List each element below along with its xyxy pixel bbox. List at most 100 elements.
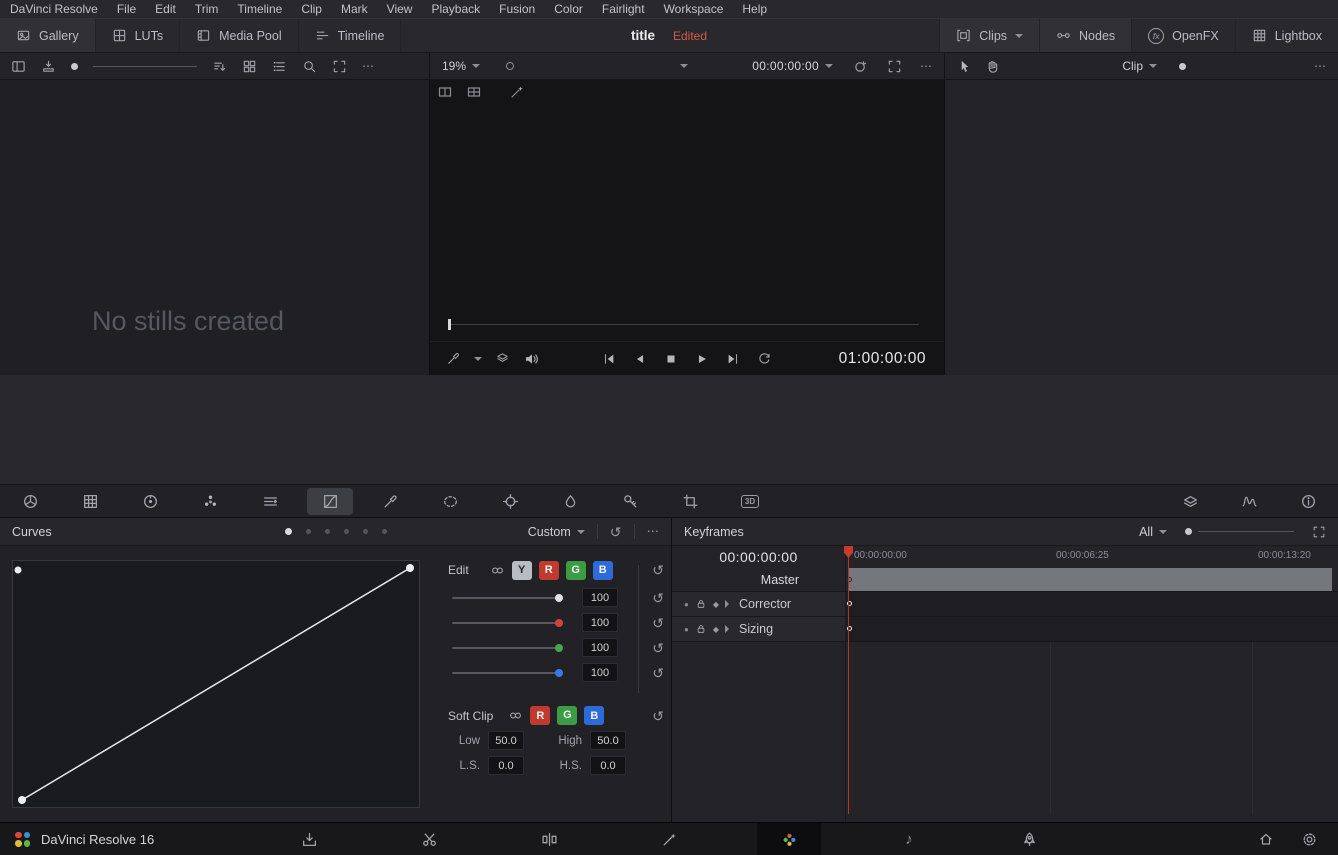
page-cut-button[interactable] [369, 823, 489, 855]
clips-toggle-button[interactable]: Clips [939, 19, 1040, 52]
track-row-master[interactable]: Master [672, 568, 1338, 592]
media-pool-toggle-button[interactable]: Media Pool [180, 19, 299, 52]
viewer-timecode-field[interactable]: 00:00:00:00 [752, 59, 833, 73]
timeline-strip[interactable] [0, 375, 1338, 485]
keyframes-panel-toggle-button[interactable] [1161, 485, 1220, 518]
keyframes-filter-select[interactable]: All [1139, 525, 1167, 539]
palette-color-match-button[interactable] [60, 485, 120, 518]
sort-icon[interactable] [212, 59, 227, 74]
expand-chevron-icon[interactable] [725, 625, 729, 633]
menu-help[interactable]: Help [742, 2, 767, 16]
loop-icon[interactable] [757, 351, 772, 366]
nodes-toggle-button[interactable]: Nodes [1039, 19, 1132, 52]
go-to-start-icon[interactable] [602, 352, 616, 366]
pan-hand-icon[interactable] [985, 59, 1000, 74]
node-zoom-slider-knob[interactable] [1179, 62, 1186, 70]
luma-gain-slider[interactable] [452, 593, 563, 602]
sizing-track[interactable] [845, 617, 1338, 641]
green-reset-button[interactable]: ↺ [652, 641, 664, 655]
timeline-toggle-button[interactable]: Timeline [299, 19, 402, 52]
unmix-layers-icon[interactable] [495, 351, 510, 366]
soft-clip-r-button[interactable]: R [530, 706, 551, 725]
master-track[interactable] [845, 568, 1338, 591]
page-fairlight-button[interactable]: ♪ [849, 823, 969, 855]
expand-panel-icon[interactable] [332, 59, 347, 74]
menu-view[interactable]: View [387, 2, 413, 16]
palette-power-window-button[interactable] [420, 485, 480, 518]
openfx-toggle-button[interactable]: fx OpenFX [1131, 19, 1235, 52]
menu-mark[interactable]: Mark [341, 2, 368, 16]
red-reset-button[interactable]: ↺ [652, 616, 664, 630]
gallery-toggle-button[interactable]: Gallery [0, 19, 96, 52]
gear-icon[interactable] [1301, 831, 1318, 848]
viewer-preset-select[interactable] [528, 64, 689, 68]
menu-timeline[interactable]: Timeline [237, 2, 282, 16]
still-album-icon[interactable] [506, 62, 515, 70]
luts-toggle-button[interactable]: LUTs [96, 19, 181, 52]
expand-chevron-icon[interactable] [725, 600, 729, 608]
node-view-mode-select[interactable]: Clip [1122, 59, 1157, 73]
menu-app[interactable]: DaVinci Resolve [10, 2, 98, 16]
menu-trim[interactable]: Trim [195, 2, 219, 16]
blue-reset-button[interactable]: ↺ [652, 666, 664, 680]
viewer-zoom-select[interactable]: 19% [442, 59, 481, 73]
keyframes-zoom-slider[interactable] [1198, 531, 1294, 532]
palette-rgb-mixer-button[interactable] [180, 485, 240, 518]
gallery-more-icon[interactable]: ⋯ [362, 60, 374, 72]
viewer-expand-icon[interactable] [887, 59, 902, 74]
palette-curves-button[interactable] [307, 487, 353, 515]
enhanced-viewer-wand-icon[interactable] [509, 84, 525, 100]
green-gain-slider[interactable] [452, 643, 563, 652]
grid-view-icon[interactable] [242, 59, 257, 74]
corrector-track[interactable] [845, 592, 1338, 616]
blue-gain-slider[interactable] [452, 668, 563, 677]
slider-knob[interactable] [555, 593, 563, 602]
master-track-bar[interactable] [848, 568, 1332, 591]
audio-mute-icon[interactable] [523, 351, 539, 367]
palette-blur-button[interactable] [540, 485, 600, 518]
palette-tracker-button[interactable] [480, 485, 540, 518]
track-enable-dot[interactable]: ● [684, 600, 689, 609]
menu-playback[interactable]: Playback [431, 2, 480, 16]
thumb-size-slider-knob[interactable] [71, 62, 78, 70]
wipe-split-icon[interactable] [437, 84, 453, 100]
edit-reset-button[interactable]: ↺ [652, 563, 664, 577]
search-icon[interactable] [302, 59, 317, 74]
slider-knob[interactable] [555, 668, 563, 677]
keyframes-ruler[interactable]: 00:00:00:00 00:00:00:00 00:00:06:25 00:0… [672, 546, 1338, 568]
low-value[interactable]: 50.0 [488, 731, 524, 750]
list-view-icon[interactable] [272, 59, 287, 74]
lightbox-toggle-button[interactable]: Lightbox [1234, 19, 1338, 52]
soft-clip-g-button[interactable]: G [557, 706, 578, 725]
high-value[interactable]: 50.0 [590, 731, 626, 750]
keyframes-expand-icon[interactable] [1312, 525, 1326, 539]
curves-more-icon[interactable]: ⋯ [647, 525, 660, 538]
menu-color[interactable]: Color [554, 2, 583, 16]
curves-reset-button[interactable]: ↺ [610, 525, 622, 539]
play-icon[interactable] [695, 352, 709, 366]
menu-fusion[interactable]: Fusion [499, 2, 535, 16]
palette-color-wheels-button[interactable] [120, 485, 180, 518]
cursor-tool-icon[interactable] [957, 59, 972, 74]
keyframe-diamond-icon[interactable]: ◆ [713, 625, 719, 634]
slider-knob[interactable] [555, 643, 563, 652]
page-fusion-button[interactable] [609, 823, 729, 855]
luma-gain-value[interactable]: 100 [582, 588, 618, 607]
palette-qualifier-button[interactable] [360, 485, 420, 518]
track-row-corrector[interactable]: ● ◆ Corrector [672, 592, 1338, 617]
menu-fairlight[interactable]: Fairlight [602, 2, 645, 16]
stop-icon[interactable] [664, 352, 678, 366]
slider-knob[interactable] [555, 618, 563, 627]
hs-value[interactable]: 0.0 [590, 756, 626, 775]
page-color-button[interactable] [729, 822, 849, 855]
pager-dot[interactable] [284, 528, 292, 535]
soft-clip-link-icon[interactable] [508, 708, 523, 723]
blue-gain-value[interactable]: 100 [582, 663, 618, 682]
menu-clip[interactable]: Clip [301, 2, 322, 16]
track-row-sizing[interactable]: ● ◆ Sizing [672, 617, 1338, 642]
pager-dot[interactable] [305, 529, 311, 534]
palette-camera-raw-button[interactable] [0, 485, 60, 518]
viewer-scrubber[interactable] [448, 319, 919, 330]
keyframe-diamond-icon[interactable]: ◆ [713, 600, 719, 609]
nodes-panel[interactable] [945, 80, 1338, 375]
